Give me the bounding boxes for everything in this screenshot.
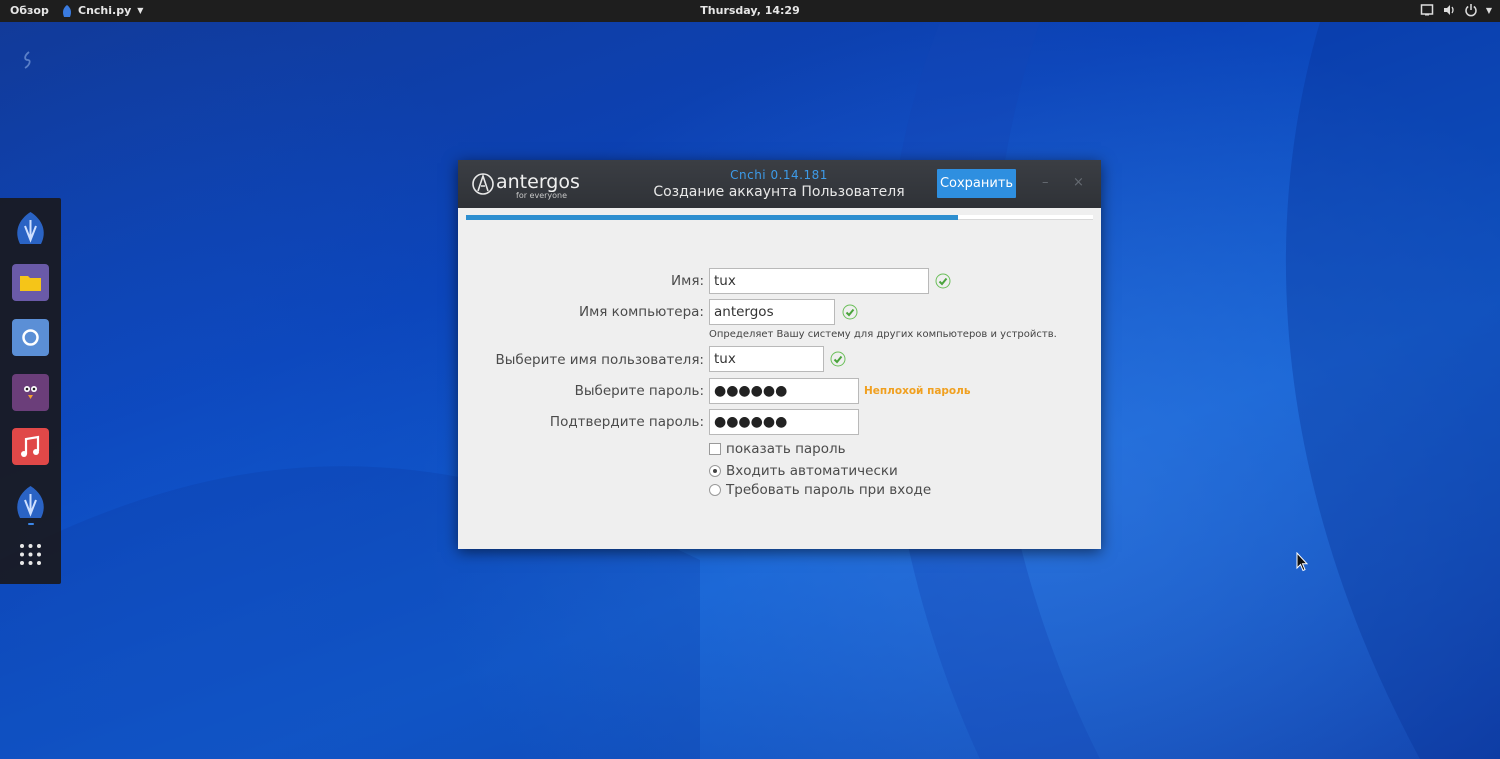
hot-corner-icon bbox=[24, 51, 31, 69]
password-label: Выберите пароль: bbox=[574, 383, 704, 399]
name-input[interactable] bbox=[709, 268, 929, 294]
hostname-input[interactable] bbox=[709, 299, 835, 325]
activities-button[interactable]: Обзор bbox=[10, 4, 49, 17]
app-menu-label: Cnchi.py bbox=[78, 4, 132, 17]
show-password-label: показать пароль bbox=[726, 441, 846, 457]
antergos-installer-icon[interactable] bbox=[12, 210, 49, 247]
dock bbox=[0, 198, 61, 584]
top-bar: Обзор Cnchi.py ▼ Thursday, 14:29 ▼ bbox=[0, 0, 1500, 22]
show-password-checkbox[interactable]: показать пароль bbox=[709, 441, 846, 457]
system-tray[interactable]: ▼ bbox=[1420, 3, 1492, 17]
radio-unselected[interactable] bbox=[709, 484, 721, 496]
antergos-logo: antergos for everyone bbox=[472, 167, 582, 201]
antergos-icon[interactable] bbox=[12, 484, 49, 521]
chevron-down-icon: ▼ bbox=[1485, 5, 1492, 15]
cnchi-app-icon bbox=[63, 4, 71, 17]
minimize-button[interactable]: – bbox=[1042, 175, 1049, 190]
app-grid-icon[interactable] bbox=[12, 536, 49, 573]
clock[interactable]: Thursday, 14:29 bbox=[700, 4, 799, 17]
hostname-valid-icon bbox=[842, 304, 858, 320]
cnchi-window: antergos for everyone Cnchi 0.14.181 Соз… bbox=[458, 160, 1101, 549]
close-button[interactable]: × bbox=[1073, 175, 1084, 190]
power-icon[interactable] bbox=[1464, 3, 1478, 17]
files-icon[interactable] bbox=[12, 264, 49, 301]
require-password-label: Требовать пароль при входе bbox=[726, 482, 932, 498]
window-subtitle: Cnchi 0.14.181 bbox=[730, 168, 828, 182]
name-valid-icon bbox=[935, 273, 951, 289]
pidgin-icon[interactable] bbox=[12, 374, 49, 411]
logo-wordmark: antergos bbox=[496, 171, 580, 193]
radio-selected[interactable] bbox=[709, 465, 721, 477]
require-password-radio[interactable]: Требовать пароль при входе bbox=[709, 482, 931, 498]
username-valid-icon bbox=[830, 351, 846, 367]
window-header: antergos for everyone Cnchi 0.14.181 Соз… bbox=[458, 160, 1101, 208]
logo-tagline: for everyone bbox=[516, 191, 567, 200]
confirm-password-input[interactable] bbox=[709, 409, 859, 435]
display-icon[interactable] bbox=[1420, 3, 1434, 17]
username-input[interactable] bbox=[709, 346, 824, 372]
checkbox-box[interactable] bbox=[709, 443, 721, 455]
password-strength: Неплохой пароль bbox=[864, 385, 971, 397]
mouse-cursor-icon bbox=[1296, 552, 1308, 572]
app-menu[interactable]: Cnchi.py ▼ bbox=[62, 4, 143, 17]
progress-bar-fill bbox=[466, 215, 959, 220]
username-label: Выберите имя пользователя: bbox=[495, 352, 704, 368]
password-input[interactable] bbox=[709, 378, 859, 404]
hostname-hint: Определяет Вашу систему для других компь… bbox=[709, 329, 1057, 340]
chromium-icon[interactable] bbox=[12, 319, 49, 356]
hostname-label: Имя компьютера: bbox=[578, 304, 704, 320]
confirm-password-label: Подтвердите пароль: bbox=[549, 414, 704, 430]
autologin-radio[interactable]: Входить автоматически bbox=[709, 463, 898, 479]
name-label: Имя: bbox=[671, 273, 704, 289]
volume-icon[interactable] bbox=[1442, 3, 1456, 17]
chevron-down-icon: ▼ bbox=[137, 6, 144, 15]
save-button[interactable]: Сохранить bbox=[937, 169, 1016, 198]
music-icon[interactable] bbox=[12, 428, 49, 465]
window-title: Создание аккаунта Пользователя bbox=[653, 184, 905, 200]
autologin-label: Входить автоматически bbox=[726, 463, 898, 479]
running-indicator bbox=[28, 523, 34, 525]
progress-bar bbox=[466, 215, 1093, 220]
